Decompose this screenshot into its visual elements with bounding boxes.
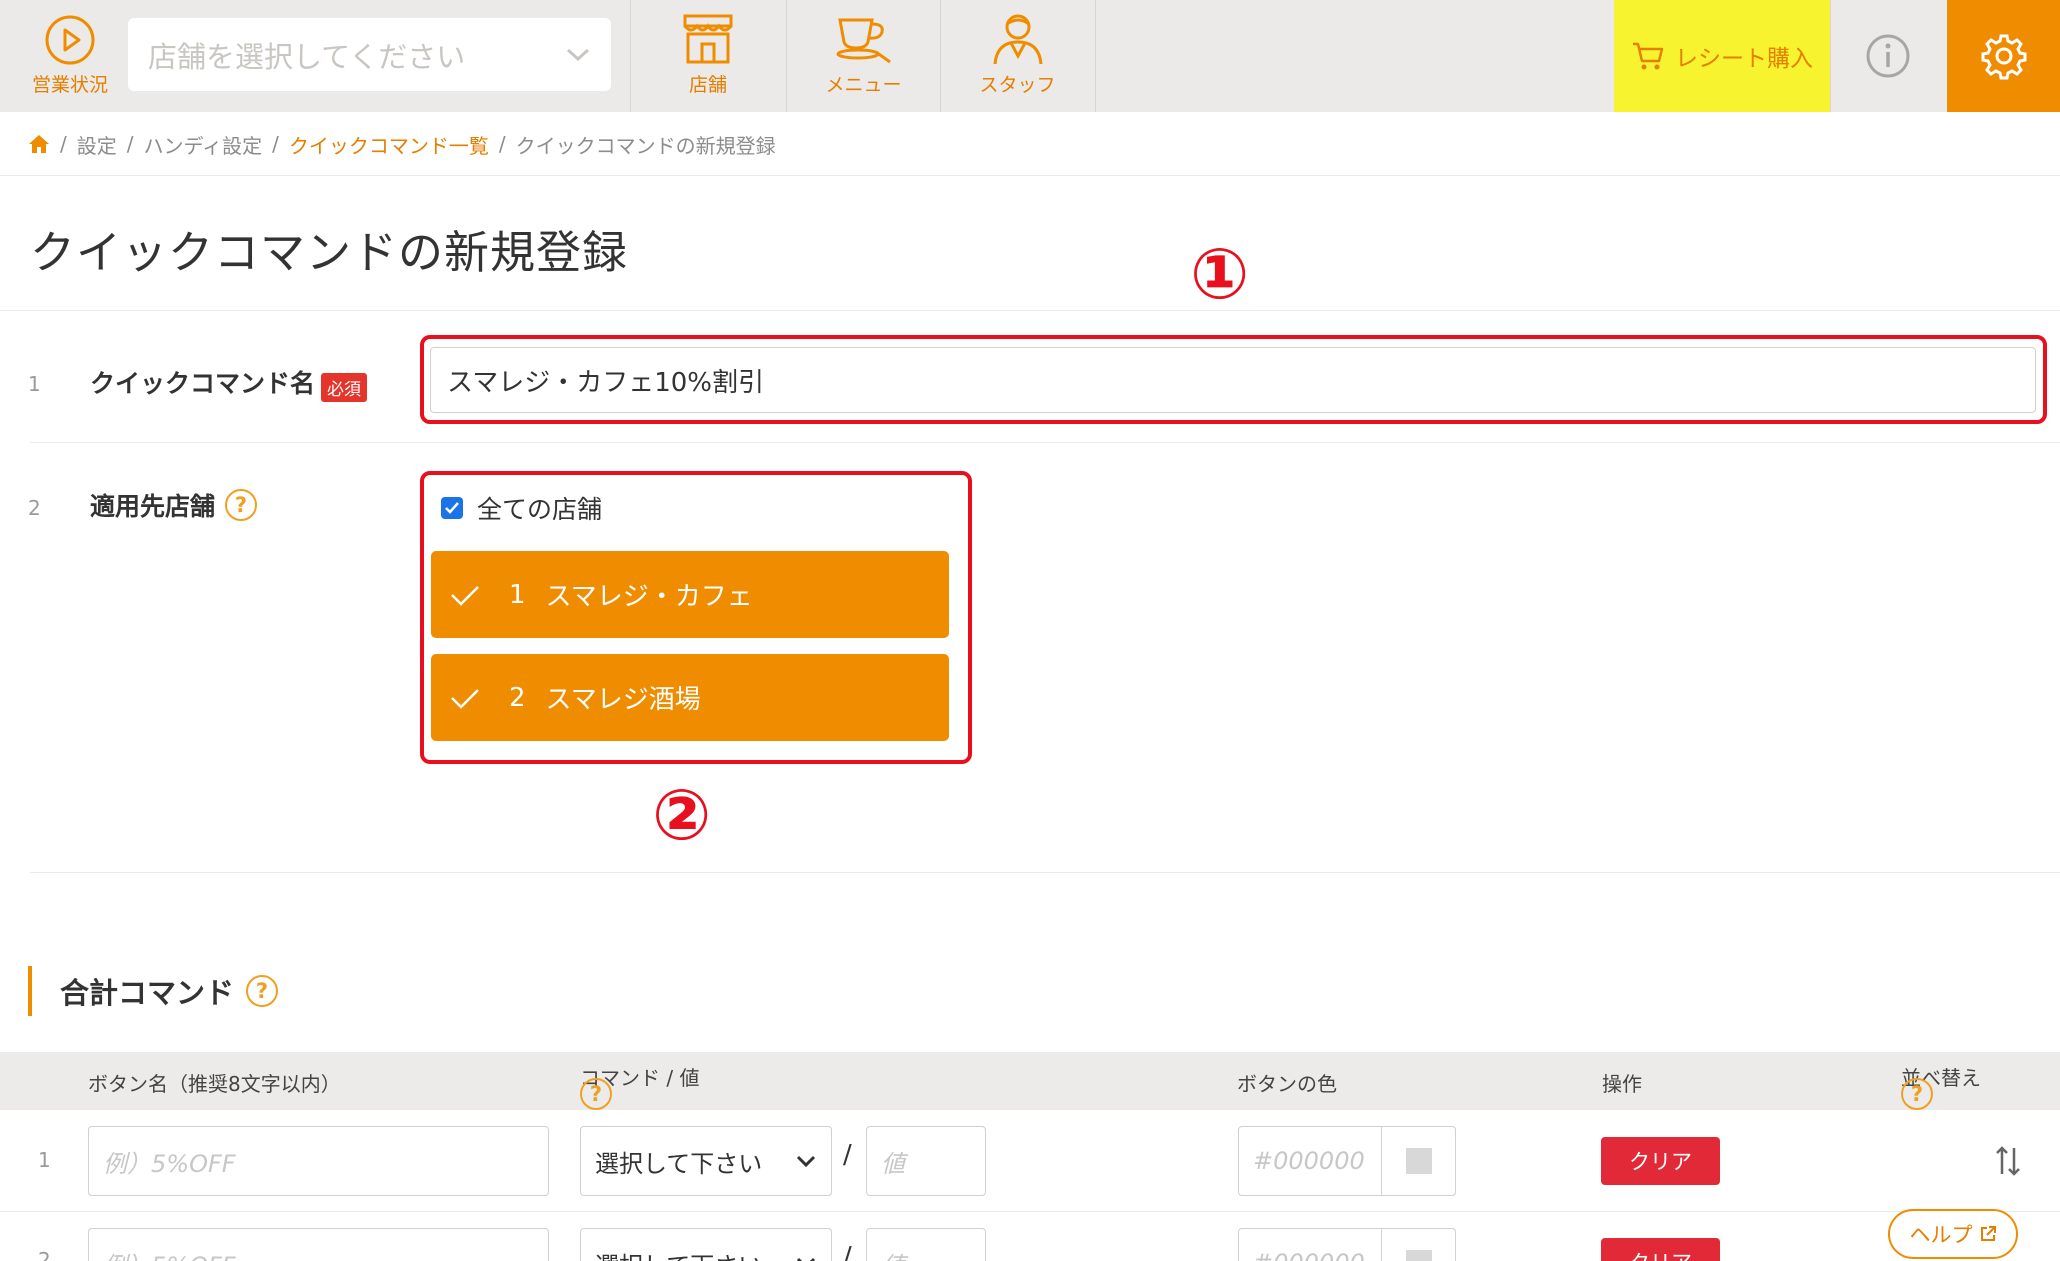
staff-icon xyxy=(993,14,1042,65)
row-number: 2 xyxy=(38,1248,51,1261)
color-swatch[interactable] xyxy=(1381,1228,1456,1261)
quick-command-name-input[interactable]: スマレジ・カフェ10%割引 xyxy=(430,347,2036,413)
divider xyxy=(0,310,2060,311)
divider xyxy=(30,442,2060,443)
play-circle-icon xyxy=(45,15,95,65)
home-icon[interactable] xyxy=(28,134,50,154)
gear-icon xyxy=(1981,34,2026,80)
col-button-color: ボタンの色 xyxy=(1237,1072,1337,1096)
store-name: スマレジ酒場 xyxy=(545,685,701,715)
value-input[interactable]: 値 xyxy=(866,1228,986,1261)
color-input[interactable]: #000000 xyxy=(1238,1228,1382,1261)
breadcrumb-quick-command-list[interactable]: クイックコマンド一覧 xyxy=(289,130,489,159)
breadcrumb-settings[interactable]: 設定 xyxy=(77,130,117,159)
help-button[interactable]: ヘルプ xyxy=(1888,1209,2018,1259)
chevron-down-icon xyxy=(796,1257,816,1261)
slash-separator: / xyxy=(843,1242,852,1261)
divider xyxy=(30,872,2060,873)
check-icon xyxy=(451,585,479,606)
quick-command-name-value: スマレジ・カフェ10%割引 xyxy=(447,367,765,398)
col-command: コマンド / 値? xyxy=(580,1062,699,1110)
callout-1: ① xyxy=(1190,233,1250,315)
col-button-name: ボタン名（推奨8文字以内） xyxy=(88,1072,341,1096)
section-accent-bar xyxy=(28,966,32,1016)
cup-icon xyxy=(836,18,891,64)
col-action: 操作 xyxy=(1602,1072,1642,1096)
clear-button[interactable]: クリア xyxy=(1601,1137,1720,1185)
help-icon[interactable]: ? xyxy=(246,975,279,1007)
row-number: 1 xyxy=(28,372,41,396)
info-button[interactable] xyxy=(1830,0,1945,112)
store-name: スマレジ・カフェ xyxy=(545,582,753,612)
external-link-icon xyxy=(1980,1226,1996,1241)
col-sort: 並べ替え? xyxy=(1901,1062,1981,1110)
color-swatch[interactable] xyxy=(1381,1126,1456,1196)
row-number: 1 xyxy=(38,1148,51,1172)
settings-button[interactable] xyxy=(1947,0,2060,112)
slash-separator: / xyxy=(843,1140,852,1170)
chevron-down-icon xyxy=(796,1155,816,1168)
store-toggle-1[interactable]: 1 スマレジ・カフェ xyxy=(431,551,949,638)
help-icon[interactable]: ? xyxy=(225,489,258,521)
row-number: 2 xyxy=(28,496,41,520)
store-number: 1 xyxy=(509,579,526,610)
receipt-purchase-label: レシート購入 xyxy=(1675,46,1813,72)
checkbox-icon[interactable] xyxy=(441,497,463,519)
table-row: 1 例）5%OFF 選択して下さい / 値 #000000 クリア xyxy=(0,1110,2060,1211)
nav-store[interactable]: 店舗 xyxy=(631,12,785,97)
table-row: 2 例）5%OFF 選択して下さい / 値 #000000 クリア xyxy=(0,1212,2060,1261)
nav-divider xyxy=(1095,0,1096,112)
store-select-placeholder: 店舗を選択してください xyxy=(148,39,466,74)
clear-button[interactable]: クリア xyxy=(1601,1238,1720,1261)
info-icon xyxy=(1866,34,1909,78)
page-title: クイックコマンドの新規登録 xyxy=(30,226,629,279)
store-icon xyxy=(683,14,733,64)
nav-staff-label: スタッフ xyxy=(979,74,1056,96)
button-name-input[interactable]: 例）5%OFF xyxy=(88,1228,549,1261)
field-label-name: クイックコマンド名 必須 xyxy=(90,364,368,402)
field-label-stores: 適用先店舗 ? xyxy=(90,487,258,523)
nav-store-label: 店舗 xyxy=(688,74,727,96)
section-title: 合計コマンド ? xyxy=(60,970,279,1012)
all-stores-label: 全ての店舗 xyxy=(477,495,603,524)
chevron-down-icon xyxy=(566,48,590,61)
nav-menu-label: メニュー xyxy=(825,74,902,96)
business-status-button[interactable]: 営業状況 xyxy=(22,14,118,97)
help-icon[interactable]: ? xyxy=(580,1078,612,1110)
command-select[interactable]: 選択して下さい xyxy=(580,1228,832,1261)
cart-icon xyxy=(1633,42,1664,70)
divider xyxy=(0,175,2060,176)
table-header: ボタン名（推奨8文字以内） コマンド / 値? ボタンの色 操作 並べ替え? xyxy=(0,1052,2060,1110)
button-name-input[interactable]: 例）5%OFF xyxy=(88,1126,549,1196)
value-input[interactable]: 値 xyxy=(866,1126,986,1196)
breadcrumb: / 設定 / ハンディ設定 / クイックコマンド一覧 / クイックコマンドの新規… xyxy=(28,128,776,160)
callout-2: ② xyxy=(652,774,712,856)
nav-staff[interactable]: スタッフ xyxy=(941,12,1094,97)
required-badge: 必須 xyxy=(321,373,368,402)
business-status-label: 営業状況 xyxy=(31,74,108,96)
color-input[interactable]: #000000 xyxy=(1238,1126,1382,1196)
receipt-purchase-button[interactable]: レシート購入 xyxy=(1614,0,1830,112)
store-toggle-2[interactable]: 2 スマレジ酒場 xyxy=(431,654,949,741)
breadcrumb-handy-settings[interactable]: ハンディ設定 xyxy=(144,130,263,159)
sort-handle-icon[interactable] xyxy=(1994,1144,2022,1178)
check-icon xyxy=(451,688,479,709)
store-number: 2 xyxy=(509,682,526,713)
store-select[interactable]: 店舗を選択してください xyxy=(128,18,611,91)
command-select[interactable]: 選択して下さい xyxy=(580,1126,832,1196)
all-stores-checkbox[interactable]: 全ての店舗 xyxy=(441,490,602,526)
help-icon[interactable]: ? xyxy=(1901,1078,1933,1110)
breadcrumb-current: クイックコマンドの新規登録 xyxy=(515,133,776,158)
nav-menu[interactable]: メニュー xyxy=(787,12,940,97)
